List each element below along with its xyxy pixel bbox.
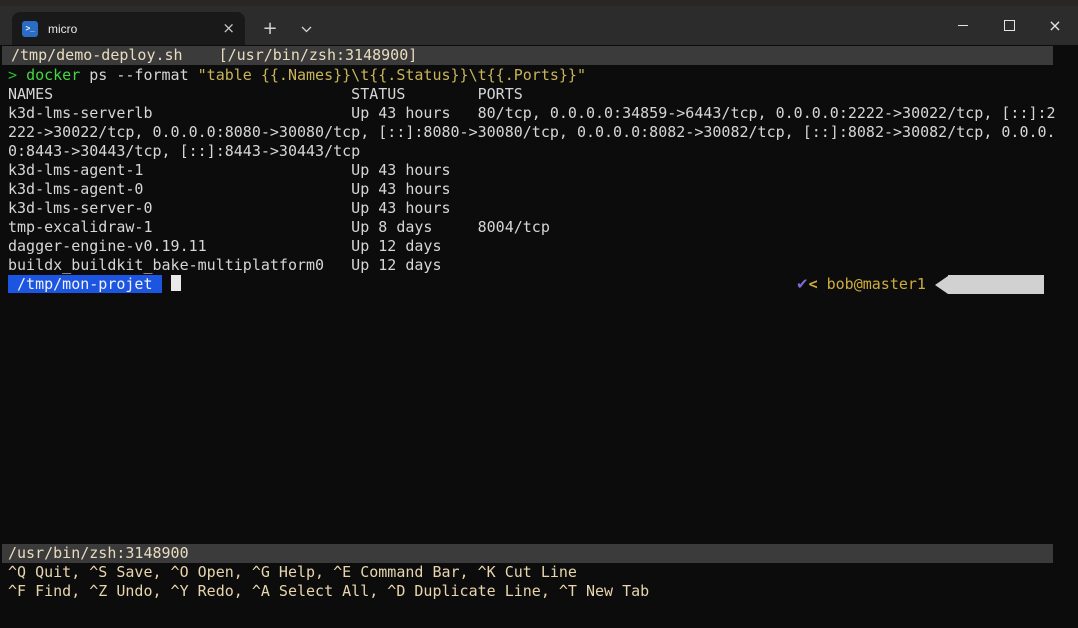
- prompt-path-segment: /tmp/mon-projet: [8, 275, 162, 293]
- micro-help-line-1: ^Q Quit, ^S Save, ^O Open, ^G Help, ^E C…: [8, 563, 577, 582]
- minimize-button[interactable]: [940, 6, 986, 45]
- check-icon: ✔: [796, 275, 809, 294]
- close-icon: ×: [1048, 16, 1061, 35]
- prompt-gap: [162, 275, 171, 293]
- micro-buffer-tab-script[interactable]: /tmp/demo-deploy.sh: [11, 46, 183, 64]
- terminal-line: k3d-lms-serverlb Up 43 hours 80/tcp, 0.0…: [8, 104, 1056, 123]
- right-prompt-space: [926, 275, 935, 294]
- terminal-tab-micro[interactable]: >_ micro ×: [12, 12, 245, 45]
- terminal-line: tmp-excalidraw-1 Up 8 days 8004/tcp: [8, 218, 1056, 237]
- micro-statusline: /usr/bin/zsh:3148900: [2, 544, 1053, 563]
- user-host-label: bob@master1: [827, 275, 926, 294]
- terminal-line: 222->30022/tcp, 0.0.0.0:8080->30080/tcp,…: [8, 123, 1056, 142]
- powershell-icon: >_: [22, 21, 38, 37]
- new-tab-button[interactable]: +: [256, 15, 284, 43]
- terminal-line: NAMES STATUS PORTS: [8, 85, 1056, 104]
- window-controls: ×: [940, 6, 1078, 45]
- tab-close-icon[interactable]: ×: [222, 21, 235, 36]
- tab-dropdown-button[interactable]: [292, 15, 320, 43]
- maximize-icon: [1004, 20, 1015, 31]
- right-prompt: ✔< bob@master1: [796, 275, 1044, 294]
- shell-prompt-line[interactable]: /tmp/mon-projet: [8, 275, 181, 294]
- micro-tabbar[interactable]: /tmp/demo-deploy.sh [/usr/bin/zsh:3148900…: [2, 46, 1053, 65]
- powerline-segment-block: [948, 275, 1044, 294]
- chevron-left-icon: <: [809, 275, 827, 294]
- tab-title: micro: [48, 22, 222, 36]
- micro-help-line-2: ^F Find, ^Z Undo, ^Y Redo, ^A Select All…: [8, 582, 649, 601]
- powerline-arrow-icon: [935, 276, 948, 294]
- chevron-down-icon: [301, 26, 312, 33]
- micro-buffer-tab-shell[interactable]: [/usr/bin/zsh:3148900]: [219, 46, 418, 64]
- terminal-cursor: [171, 275, 181, 291]
- terminal-line: k3d-lms-server-0 Up 43 hours: [8, 199, 1056, 218]
- terminal-line: k3d-lms-agent-0 Up 43 hours: [8, 180, 1056, 199]
- terminal-line: > docker ps --format "table {{.Names}}\t…: [8, 66, 1056, 85]
- minimize-icon: [958, 25, 968, 26]
- close-button[interactable]: ×: [1032, 6, 1078, 45]
- terminal-line: k3d-lms-agent-1 Up 43 hours: [8, 161, 1056, 180]
- terminal-output[interactable]: > docker ps --format "table {{.Names}}\t…: [8, 66, 1056, 275]
- terminal-line: buildx_buildkit_bake-multiplatform0 Up 1…: [8, 256, 1056, 275]
- maximize-button[interactable]: [986, 6, 1032, 45]
- terminal-window: >_ micro × + × /tmp/demo-deploy.sh [/usr/…: [0, 0, 1078, 628]
- window-titlebar[interactable]: >_ micro × + ×: [0, 6, 1078, 45]
- terminal-line: dagger-engine-v0.19.11 Up 12 days: [8, 237, 1056, 256]
- terminal-line: 0:8443->30443/tcp, [::]:8443->30443/tcp: [8, 142, 1056, 161]
